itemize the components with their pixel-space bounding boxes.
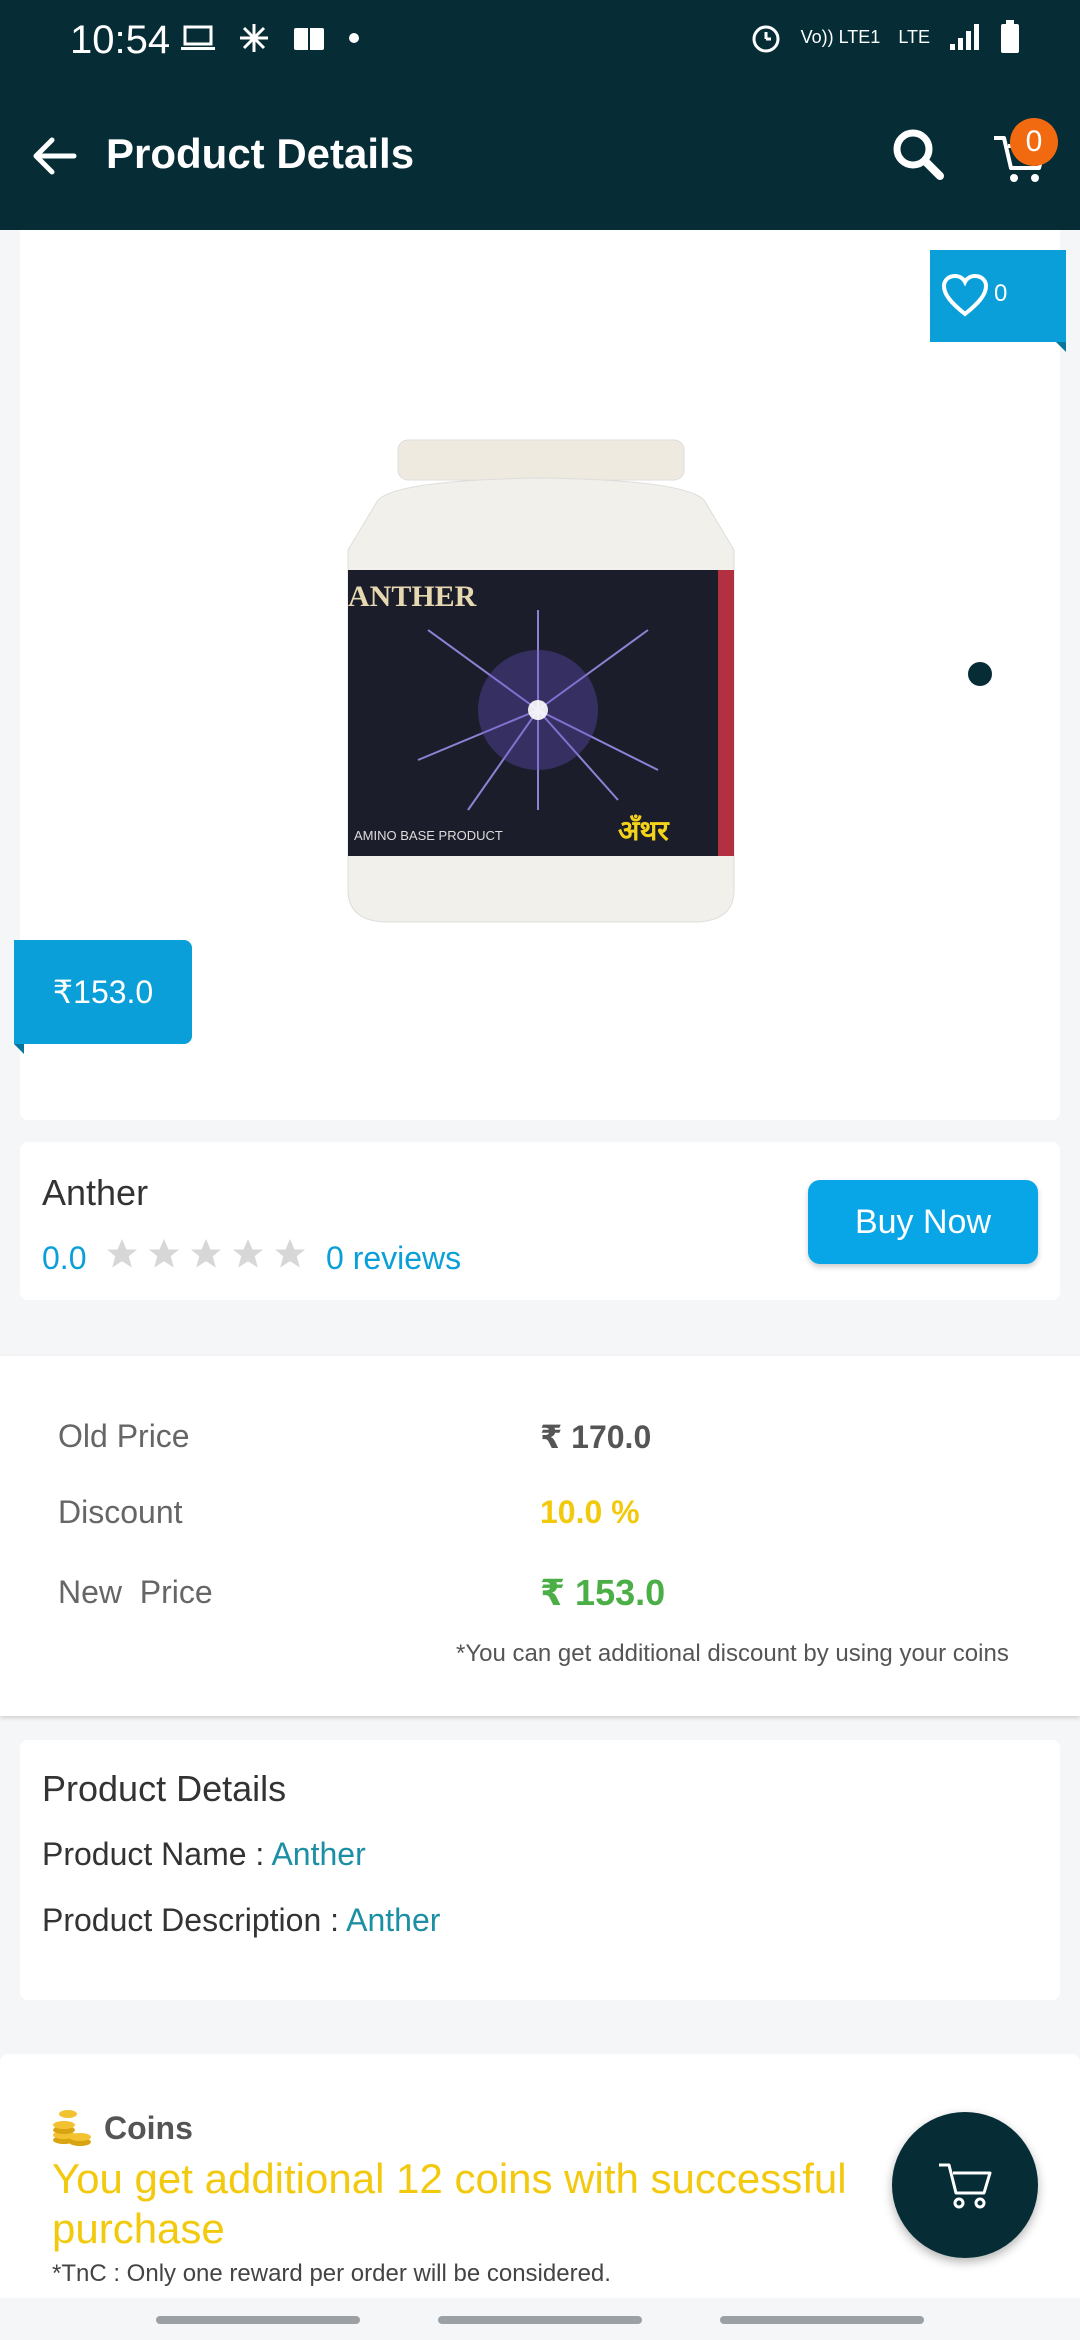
buy-now-button[interactable]: Buy Now (808, 1180, 1038, 1264)
cart-icon (939, 2163, 992, 2209)
carousel-indicator (968, 662, 992, 686)
product-image-hindi: अँथर (618, 814, 670, 847)
product-name: Anther (42, 1172, 149, 1213)
product-description-value: Anther (346, 1902, 441, 1938)
search-icon[interactable] (888, 124, 948, 184)
book-icon (294, 28, 324, 50)
star-icon (107, 1239, 137, 1268)
back-arrow-icon[interactable] (26, 128, 82, 184)
product-name-label: Product Name : (42, 1836, 272, 1872)
old-price-label: Old Price (58, 1418, 190, 1454)
rating-stars (104, 1236, 308, 1272)
discount-value: 10.0 % (540, 1494, 640, 1530)
system-nav-bar (0, 2298, 1080, 2340)
coins-message: You get additional 12 coins with success… (52, 2155, 847, 2252)
star-icon (149, 1239, 179, 1268)
star-icon (191, 1239, 221, 1268)
cart-count-badge: 0 (1010, 118, 1058, 166)
rating-value: 0.0 (42, 1240, 87, 1276)
coins-icon (53, 2110, 91, 2146)
nav-home[interactable] (438, 2316, 642, 2324)
status-time: 10:54 (70, 18, 171, 62)
price-tag: ₹153.0 (14, 940, 192, 1044)
nav-recents[interactable] (156, 2316, 360, 2324)
snowflake-icon (240, 24, 268, 52)
coins-discount-note: *You can get additional discount by usin… (456, 1640, 1009, 1667)
discount-label: Discount (58, 1494, 183, 1530)
laptop-icon (181, 25, 215, 50)
reviews-link[interactable]: 0 reviews (326, 1240, 461, 1277)
product-image-sub: AMINO BASE PRODUCT (354, 828, 503, 843)
coins-tnc: *TnC : Only one reward per order will be… (52, 2260, 611, 2287)
battery-icon (1001, 20, 1019, 53)
status-left-icons (180, 22, 360, 54)
floating-cart-button[interactable] (892, 2112, 1038, 2258)
product-image[interactable]: ANTHER AMINO BASE PRODUCT अँथर (338, 430, 744, 930)
new-price-label: New Price (58, 1574, 213, 1610)
nav-back[interactable] (720, 2316, 924, 2324)
star-icon (275, 1239, 305, 1268)
coins-title: Coins (104, 2110, 193, 2146)
product-image-label: ANTHER (348, 580, 477, 613)
wishlist-button[interactable]: 0 (930, 250, 1066, 352)
app-bar: Product Details 0 (0, 84, 1080, 230)
new-price-value: ₹ 153.0 (540, 1572, 666, 1613)
lte-label: LTE (898, 26, 930, 47)
product-name-value: Anther (271, 1836, 366, 1872)
product-name-row: Product Name : Anther (42, 1836, 366, 1873)
old-price-value: ₹ 170.0 (540, 1419, 652, 1455)
details-title: Product Details (42, 1768, 287, 1809)
alarm-icon (752, 25, 780, 53)
heart-icon (941, 273, 989, 317)
wishlist-count: 0 (994, 280, 1008, 307)
product-description-label: Product Description : (42, 1902, 347, 1938)
status-bar: 10:54 Vo)) LTE1 LTE (0, 0, 1080, 84)
product-description-row: Product Description : Anther (42, 1902, 440, 1939)
page-title: Product Details (106, 130, 415, 177)
dot-icon (349, 33, 359, 43)
signal-icon (950, 24, 979, 50)
status-right-icons: Vo)) LTE1 LTE (749, 20, 1020, 54)
network-label: Vo)) LTE1 (800, 26, 881, 47)
star-icon (233, 1239, 263, 1268)
